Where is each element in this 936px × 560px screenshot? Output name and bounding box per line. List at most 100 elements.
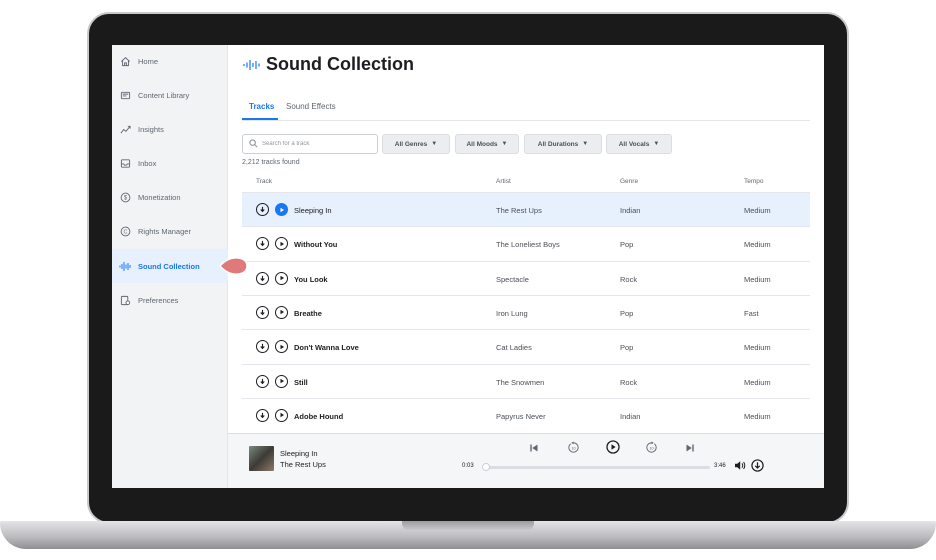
inbox-icon (119, 157, 131, 169)
download-icon[interactable] (256, 271, 269, 285)
column-header-track[interactable]: Track (256, 178, 272, 185)
caret-down-icon: ▼ (582, 141, 589, 147)
table-row[interactable]: Without You The Loneliest Boys Pop Mediu… (242, 226, 810, 260)
sidebar-item-sound-collection[interactable]: Sound Collection (112, 249, 228, 283)
result-count: 2,212 tracks found (242, 159, 300, 166)
sidebar-item-preferences[interactable]: Preferences (112, 284, 228, 316)
volume-icon[interactable] (734, 460, 746, 471)
genre-filter-dropdown[interactable]: All Genres ▼ (382, 134, 450, 154)
filter-label: All Vocals (618, 140, 650, 148)
table-row[interactable]: Don't Wanna Love Cat Ladies Pop Medium (242, 329, 810, 363)
home-icon (119, 55, 131, 67)
play-icon[interactable] (275, 374, 288, 388)
filter-label: All Moods (466, 140, 498, 148)
progress-scrubber[interactable] (482, 463, 490, 471)
table-row[interactable]: Breathe Iron Lung Pop Fast (242, 294, 810, 329)
download-icon[interactable] (256, 305, 269, 319)
caret-down-icon: ▼ (653, 141, 660, 147)
download-icon[interactable] (256, 408, 269, 422)
track-artist: The Loneliest Boys (496, 240, 560, 250)
caret-down-icon: ▼ (501, 141, 508, 147)
now-playing-artist: The Rest Ups (280, 460, 326, 469)
column-header-artist[interactable]: Artist (496, 178, 511, 185)
play-icon[interactable] (275, 408, 288, 422)
next-icon[interactable] (685, 443, 695, 453)
track-artist: Spectacle (496, 274, 529, 284)
track-name: Breathe (294, 308, 322, 318)
tab-divider (242, 120, 810, 121)
play-icon[interactable] (275, 237, 288, 251)
sidebar-item-label: Preferences (138, 295, 179, 305)
download-icon[interactable] (256, 374, 269, 388)
track-tempo: Medium (744, 411, 771, 421)
page-title: Sound Collection (266, 54, 414, 74)
track-name: You Look (294, 274, 328, 284)
track-tempo: Medium (744, 377, 771, 387)
svg-text:$: $ (123, 195, 127, 201)
search-input[interactable] (262, 141, 362, 147)
duration-filter-dropdown[interactable]: All Durations ▼ (524, 134, 602, 154)
sidebar-item-label: Home (138, 56, 159, 66)
track-genre: Indian (620, 206, 641, 215)
tab-tracks[interactable]: Tracks (249, 102, 274, 111)
play-icon[interactable] (275, 271, 288, 285)
search-icon (249, 135, 258, 153)
library-icon (119, 89, 131, 101)
sidebar-item-content-library[interactable]: Content Library (112, 79, 228, 111)
sidebar-item-label: Content Library (138, 90, 190, 100)
track-genre: Rock (620, 274, 638, 284)
sidebar-item-rights-manager[interactable]: C Rights Manager (112, 215, 228, 247)
main-content: Sound Collection Tracks Sound Effects Al… (228, 45, 824, 488)
track-name: Without You (294, 240, 338, 250)
sidebar-item-monetization[interactable]: $ Monetization (112, 181, 228, 213)
sound-wave-icon (119, 260, 131, 272)
svg-text:10: 10 (571, 446, 575, 451)
table-row[interactable]: Sleeping In The Rest Ups Indian Medium (242, 192, 810, 227)
track-genre: Pop (620, 240, 634, 250)
filter-label: All Genres (394, 140, 428, 148)
laptop-notch (402, 521, 534, 531)
vocals-filter-dropdown[interactable]: All Vocals ▼ (606, 134, 672, 154)
track-tempo: Fast (744, 308, 759, 318)
play-icon[interactable] (275, 340, 288, 354)
table-row[interactable]: Still The Snowmen Rock Medium (242, 363, 810, 398)
table-row[interactable]: Adobe Hound Papyrus Never Indian Medium (242, 397, 810, 432)
preferences-icon (119, 294, 131, 306)
insights-icon (119, 123, 131, 135)
sidebar-item-label: Monetization (138, 192, 181, 202)
track-artist: Papyrus Never (496, 411, 546, 421)
sidebar-item-inbox[interactable]: Inbox (112, 147, 228, 179)
search-box[interactable] (242, 134, 378, 154)
track-tempo: Medium (744, 240, 771, 250)
track-genre: Pop (620, 343, 634, 353)
table-row[interactable]: You Look Spectacle Rock Medium (242, 260, 810, 295)
track-genre: Indian (620, 411, 641, 421)
progress-bar[interactable] (484, 466, 710, 469)
download-icon[interactable] (256, 203, 269, 216)
sidebar-item-insights[interactable]: Insights (112, 113, 228, 145)
duration: 3:46 (714, 463, 726, 469)
sidebar-item-home[interactable]: Home (112, 45, 228, 77)
play-icon[interactable] (606, 440, 620, 454)
current-time: 0:03 (462, 463, 474, 469)
mood-filter-dropdown[interactable]: All Moods ▼ (455, 134, 519, 154)
filter-label: All Durations (537, 140, 579, 148)
play-icon[interactable] (275, 203, 288, 216)
play-icon[interactable] (275, 305, 288, 319)
track-artist: The Snowmen (496, 377, 545, 387)
download-icon[interactable] (256, 237, 269, 251)
annotation-pointer (218, 257, 248, 275)
track-name: Sleeping In (294, 206, 332, 215)
track-artist: Cat Ladies (496, 343, 532, 353)
download-icon[interactable] (751, 459, 764, 472)
download-icon[interactable] (256, 340, 269, 354)
column-header-genre[interactable]: Genre (620, 178, 638, 185)
track-genre: Rock (620, 377, 638, 387)
forward-10-icon[interactable]: 10 (645, 441, 658, 454)
rewind-10-icon[interactable]: 10 (567, 441, 580, 454)
previous-icon[interactable] (529, 443, 539, 453)
track-tempo: Medium (744, 343, 771, 353)
tab-sound-effects[interactable]: Sound Effects (286, 102, 336, 111)
track-name: Still (294, 377, 308, 387)
column-header-tempo[interactable]: Tempo (744, 178, 764, 185)
